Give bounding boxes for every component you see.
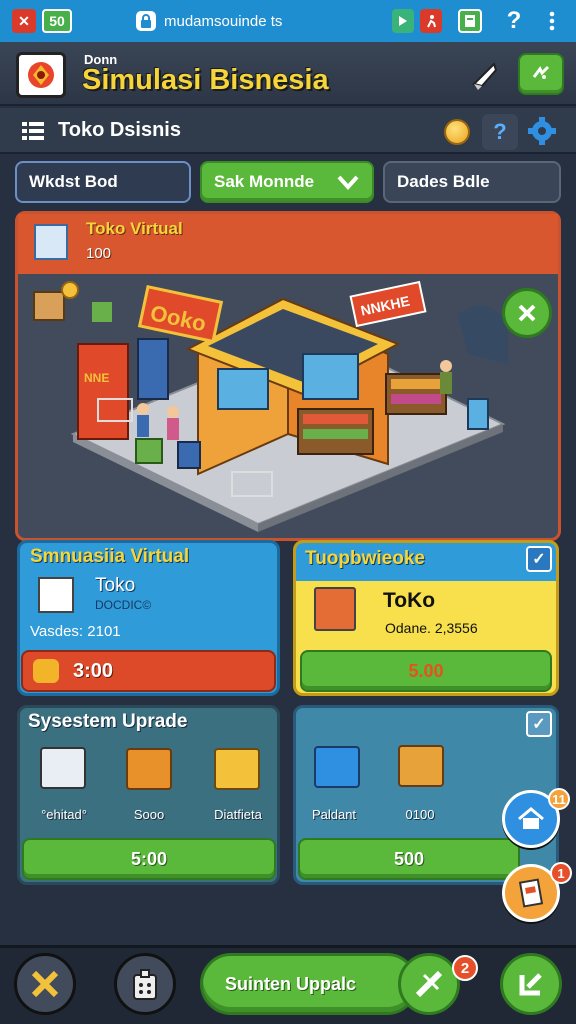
upgrade-panel-title: Sysestem Uprade xyxy=(28,711,188,732)
store-value: 100 xyxy=(86,245,112,262)
help-icon[interactable]: ? xyxy=(502,7,526,34)
cube-icon xyxy=(34,224,68,260)
tools-button[interactable] xyxy=(14,953,76,1015)
tab-third[interactable]: Dades Bdle xyxy=(383,161,561,203)
upgrade-item-label: Diatfieta xyxy=(214,807,262,822)
inventory-button[interactable] xyxy=(114,953,176,1015)
upgrade-left-price: 5:00 xyxy=(130,848,168,869)
more-icon[interactable] xyxy=(542,9,562,33)
golden-box-icon[interactable] xyxy=(214,748,260,790)
system-upgrade-label: Suinten Uppalc xyxy=(225,973,357,994)
download-icon[interactable] xyxy=(392,9,414,33)
card-left-subtitle: DOCDIC© xyxy=(95,598,152,612)
upgrade-right-price: 500 xyxy=(393,848,425,869)
upgrade-item-label: 0100 xyxy=(405,807,435,822)
card-left-buy-button[interactable]: 3:00 xyxy=(21,650,276,692)
catalog-icon[interactable] xyxy=(40,747,86,789)
svg-text:NNE: NNE xyxy=(84,371,109,385)
upgrade-left-buy-button[interactable]: 5:00 xyxy=(22,838,276,880)
card-right-name: ToKo xyxy=(383,589,436,612)
vending-machine-icon xyxy=(314,587,356,631)
crate-icon[interactable] xyxy=(126,748,172,790)
tab-first-label: Wkdst Bod xyxy=(29,172,118,191)
open-box-icon[interactable] xyxy=(398,745,444,787)
tab-third-label: Dades Bdle xyxy=(397,172,490,191)
close-scene-button[interactable] xyxy=(502,288,552,338)
kiosk-sign: NNE xyxy=(84,371,109,385)
card-right-title: Tuopbwieoke xyxy=(305,548,425,569)
search-button[interactable] xyxy=(500,953,562,1015)
card-left-price: 3:00 xyxy=(73,659,114,682)
upgrade-item-label: °ehitad° xyxy=(41,807,87,822)
app-logo xyxy=(16,52,66,98)
menu-icon[interactable] xyxy=(20,118,46,149)
card-fab-badge: 1 xyxy=(550,862,572,884)
build-button[interactable] xyxy=(398,953,460,1015)
box-icon xyxy=(38,577,74,613)
card-right-checkbox[interactable]: ✓ xyxy=(526,546,552,572)
card-right-subtitle: Odane. 2,3556 xyxy=(385,620,478,636)
coin-icon xyxy=(444,119,470,145)
note-icon[interactable] xyxy=(458,9,482,33)
status-bar: ✕ 50 mudamsouinde ts ? xyxy=(0,0,576,42)
build-badge: 2 xyxy=(452,955,478,981)
store-title: Toko Dsisnis xyxy=(58,119,181,141)
blue-box-icon[interactable] xyxy=(314,746,360,788)
upgrade-right-checkbox[interactable]: ✓ xyxy=(526,711,552,737)
address-text: mudamsouinde ts xyxy=(164,12,283,30)
chevron-down-icon xyxy=(336,171,360,198)
page-title: Simulasi Bisnesia xyxy=(82,64,329,96)
run-icon[interactable] xyxy=(420,9,442,33)
tab-first[interactable]: Wkdst Bod xyxy=(15,161,191,203)
help-button[interactable]: ? xyxy=(482,114,518,150)
upgrade-item-label: Paldant xyxy=(311,807,357,822)
store-name: Toko Virtual xyxy=(86,219,183,238)
close-tab-icon[interactable]: ✕ xyxy=(12,9,36,33)
address-bar[interactable]: mudamsouinde ts xyxy=(136,9,326,33)
store-main-sign: Ooko xyxy=(137,284,224,344)
refresh-button[interactable] xyxy=(518,53,564,95)
card-left-title: Smnuasiia Virtual xyxy=(30,546,190,567)
tab-dropdown-label: Sak Monnde xyxy=(214,172,315,191)
share-button[interactable] xyxy=(466,56,504,94)
tab-count-badge[interactable]: 50 xyxy=(42,9,72,33)
upgrade-item-label: Sooo xyxy=(133,807,165,822)
card-left-name: Toko xyxy=(95,575,136,596)
lock-icon xyxy=(136,11,156,31)
home-fab-badge: 11 xyxy=(548,788,570,810)
card-right-buy-button[interactable]: 5.00 xyxy=(300,650,552,692)
card-right-price: 5.00 xyxy=(408,660,444,681)
settings-gear-icon[interactable] xyxy=(526,115,558,152)
store-roof-sign: NNKHE xyxy=(349,280,427,328)
isometric-store-illustration[interactable]: Ooko NNKHE NNE xyxy=(18,274,558,538)
thumbs-up-icon xyxy=(33,659,59,683)
card-left-value: Vasdes: 2101 xyxy=(30,623,121,640)
upgrade-right-buy-button[interactable]: 500 xyxy=(298,838,520,880)
tab-dropdown[interactable]: Sak Monnde xyxy=(200,161,374,203)
system-upgrade-button[interactable]: Suinten Uppalc xyxy=(200,953,418,1015)
